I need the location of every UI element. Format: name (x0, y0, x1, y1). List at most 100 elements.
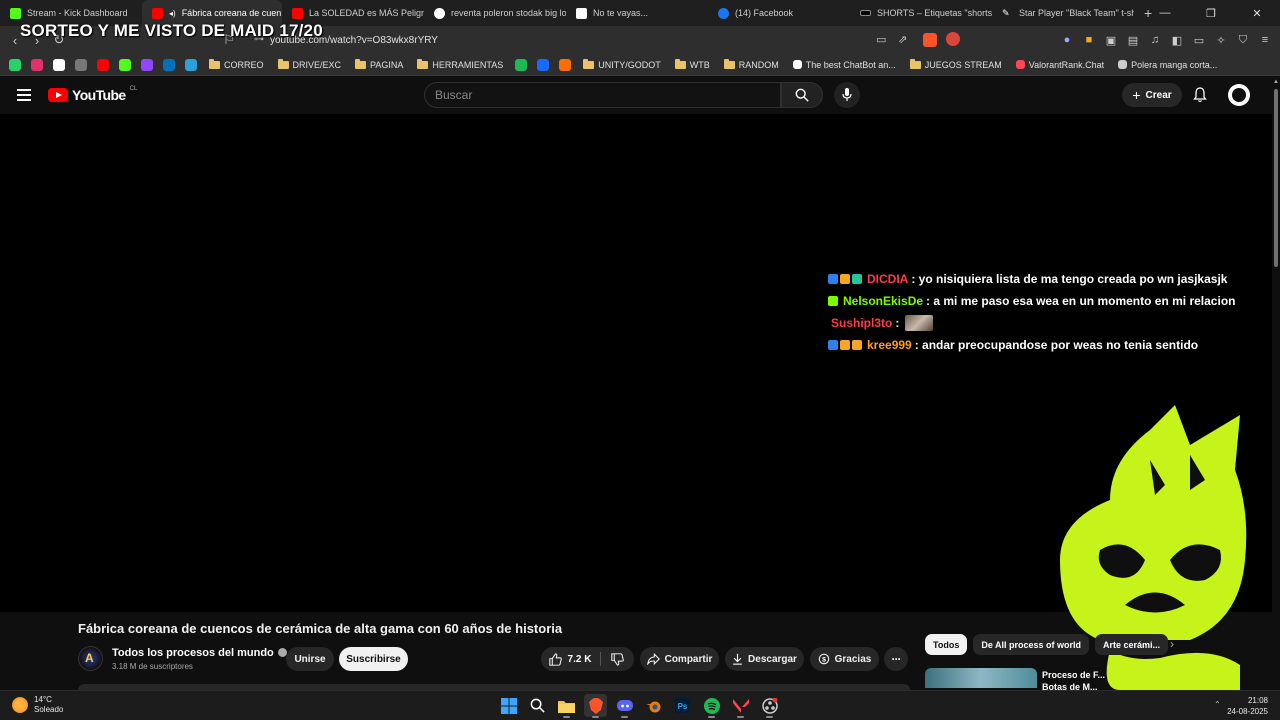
bookmark-link[interactable]: The best ChatBot an... (788, 60, 901, 70)
chat-text: : yo nisiquiera lista de ma tengo creada… (911, 272, 1228, 286)
folder-icon (723, 58, 735, 69)
bookmark-folder[interactable]: HERRAMIENTAS (412, 58, 508, 70)
blender-icon[interactable] (642, 694, 665, 717)
menu-icon[interactable]: ≡ (1258, 34, 1272, 46)
search-icon[interactable] (526, 694, 549, 717)
thanks-button[interactable]: $ Gracias (810, 647, 879, 671)
share-icon[interactable]: ⇗ (898, 33, 907, 46)
youtube-header: YouTube CL + Crear (0, 77, 1280, 114)
chat-emote-image (905, 315, 934, 331)
channel-avatar[interactable] (78, 646, 103, 671)
create-button[interactable]: + Crear (1122, 83, 1182, 107)
address-bar[interactable]: ⊶ youtube.com/watch?v=O83wkx8rYRY (246, 29, 966, 51)
bookmark-link[interactable]: Polera manga corta... (1113, 60, 1222, 70)
dislike-button[interactable] (602, 647, 632, 671)
thanks-label: Gracias (834, 653, 872, 665)
sidebar-icon[interactable]: ◧ (1170, 34, 1184, 47)
guide-menu-icon[interactable] (17, 89, 31, 104)
spotify-icon[interactable] (700, 694, 723, 718)
bookmark-site-icon[interactable] (515, 58, 528, 71)
chip-ceramic-art[interactable]: Arte cerámi... (1095, 634, 1169, 655)
page-scrollbar[interactable]: ▲ (1272, 77, 1280, 720)
scrollbar-thumb[interactable] (1274, 89, 1278, 267)
bookmark-folder[interactable]: JUEGOS STREAM (905, 58, 1007, 70)
windows-start-icon[interactable] (497, 694, 520, 717)
search-button[interactable] (781, 82, 823, 108)
bookmark-link[interactable]: ValorantRank.Chat (1011, 60, 1109, 70)
bookmark-folder[interactable]: WTB (670, 58, 715, 70)
bookmark-site-icon[interactable] (97, 58, 109, 71)
bookmark-site-icon[interactable] (75, 58, 87, 71)
file-explorer-icon[interactable] (555, 694, 578, 718)
tab-no-te-vayas[interactable]: No te vayas... (566, 0, 708, 26)
recommended-video-thumbnail[interactable] (925, 668, 1037, 688)
bookmark-site-icon[interactable] (9, 58, 21, 71)
weather-widget[interactable]: 14°C Soleado (12, 695, 63, 715)
more-actions-button[interactable]: ··· (884, 647, 908, 671)
valorant-icon[interactable] (729, 694, 752, 718)
scroll-up-icon[interactable]: ▲ (1273, 79, 1279, 85)
discord-icon[interactable] (613, 694, 636, 718)
bookmark-folder[interactable]: PAGINA (350, 58, 408, 70)
chip-channel[interactable]: De All process of world (973, 634, 1090, 655)
music-icon[interactable]: ♫ (1148, 34, 1162, 46)
bookmark-site-icon[interactable] (141, 58, 153, 71)
chevron-right-icon[interactable]: › (1170, 637, 1174, 651)
extension-icon[interactable]: ▤ (1126, 34, 1140, 47)
bookmark-label: ValorantRank.Chat (1028, 59, 1105, 70)
close-window-icon[interactable]: ✕ (1234, 0, 1280, 26)
system-clock[interactable]: 21:08 24-08-2025 (1227, 695, 1268, 717)
taskbar-apps: Ps (497, 694, 781, 718)
photoshop-icon[interactable]: Ps (671, 694, 694, 717)
notifications-bell-icon[interactable] (1192, 87, 1208, 103)
brave-browser-icon[interactable] (584, 694, 607, 718)
subscribe-button[interactable]: Suscribirse (339, 647, 408, 671)
leo-ai-icon[interactable]: ✧ (1214, 34, 1228, 47)
download-button[interactable]: Descargar (725, 647, 804, 671)
bookmark-folder[interactable]: UNITY/GODOT (578, 58, 666, 70)
voice-search-button[interactable] (834, 82, 860, 108)
tab-facebook[interactable]: (14) Facebook (708, 0, 850, 26)
bookmark-folder[interactable]: CORREO (204, 58, 269, 70)
account-avatar[interactable] (1228, 84, 1250, 106)
channel-name[interactable]: Todos los procesos del mundo (112, 647, 287, 659)
bookmark-site-icon[interactable] (185, 58, 197, 71)
brave-rewards-icon[interactable] (946, 32, 960, 46)
bookmark-site-icon[interactable] (163, 58, 175, 71)
bookmark-site-icon[interactable] (537, 58, 550, 71)
country-code: CL (129, 86, 138, 92)
extension-icon[interactable]: ■ (1082, 34, 1096, 46)
google-icon (434, 7, 445, 19)
wallet-icon[interactable]: ▭ (1192, 34, 1206, 47)
bookmark-folder[interactable]: RANDOM (719, 58, 784, 70)
chat-badge-icon (852, 340, 862, 350)
chip-all[interactable]: Todos (925, 634, 968, 655)
search-input[interactable] (424, 82, 781, 108)
minimize-icon[interactable]: — (1142, 0, 1188, 26)
system-tray-icon[interactable]: ⌃ (1214, 700, 1221, 709)
bookmark-site-icon[interactable] (559, 58, 572, 71)
obs-icon[interactable] (758, 694, 781, 718)
vpn-icon[interactable]: ⛉ (1236, 34, 1250, 47)
share-button[interactable]: Compartir (640, 647, 719, 671)
bookmark-folder[interactable]: DRIVE/EXC (273, 58, 347, 70)
brave-shields-icon[interactable] (923, 33, 937, 47)
tab-label: (14) Facebook (735, 8, 794, 18)
extension-icon[interactable]: ● (1060, 34, 1074, 46)
bookmark-site-icon[interactable] (31, 58, 43, 71)
like-button[interactable]: 7.2 K (541, 647, 599, 671)
cast-icon[interactable]: ▭ (876, 33, 886, 46)
join-button[interactable]: Unirse (286, 647, 334, 671)
stream-chat-overlay: DICDIA: yo nisiquiera lista de ma tengo … (828, 268, 1248, 356)
tab-google-search[interactable]: reventa poleron stodak big log (424, 0, 566, 26)
maximize-icon[interactable]: ❐ (1188, 0, 1234, 26)
bookmark-site-icon[interactable] (53, 58, 65, 71)
youtube-logo[interactable]: YouTube CL (48, 86, 138, 103)
extension-icon[interactable]: ▣ (1104, 34, 1118, 47)
tab-shorts-tags[interactable]: SHORTS – Etiquetas "shorts" – (850, 0, 992, 26)
tab-star-player[interactable]: ✎ Star Player "Black Team" t-shirt (992, 0, 1134, 26)
bookmark-site-icon[interactable] (119, 58, 131, 71)
link-favicon-icon (1118, 60, 1128, 69)
chat-badge-icon (828, 340, 838, 350)
thumbs-down-icon (610, 652, 624, 666)
